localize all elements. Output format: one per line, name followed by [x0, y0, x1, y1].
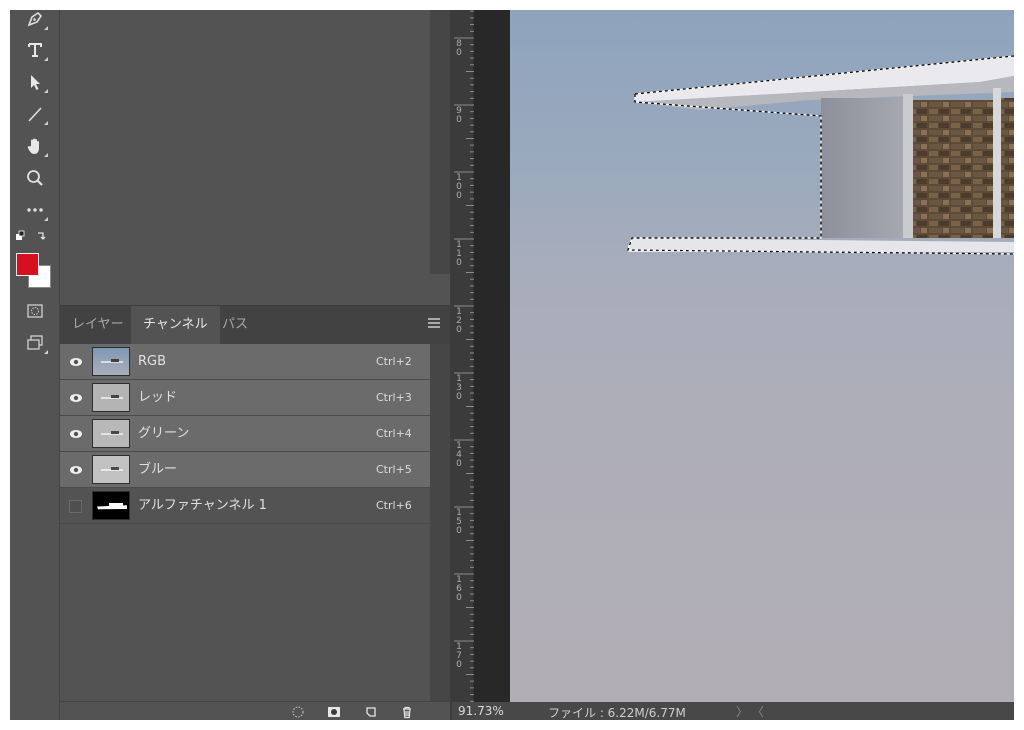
- channel-shortcut: Ctrl+6: [376, 499, 412, 512]
- ruler-label: 1 0 0: [456, 173, 462, 201]
- trash-icon[interactable]: [400, 705, 414, 719]
- type-icon[interactable]: [22, 37, 48, 63]
- channel-thumbnail: [92, 491, 130, 520]
- upper-panel-scrollbar[interactable]: [430, 10, 450, 274]
- tab-layers[interactable]: レイヤー: [60, 306, 136, 344]
- channel-name: RGB: [138, 354, 167, 369]
- channel-shortcut: Ctrl+2: [376, 355, 412, 368]
- channel-row-red[interactable]: レッド Ctrl+3: [60, 380, 430, 416]
- new-channel-icon[interactable]: [364, 705, 378, 719]
- ruler-label: 1 1 0: [456, 240, 462, 268]
- ruler-label: 8 0: [456, 39, 462, 58]
- more-tools-icon[interactable]: [22, 197, 48, 223]
- vertical-ruler: 8 0 9 0 1 0 0 1 1 0 1 2 0 1 3 0 1 4 0 1 5 0 1 6 …: [452, 10, 474, 702]
- foreground-color-swatch[interactable]: [16, 253, 39, 276]
- screen-mode-icon[interactable]: [22, 330, 48, 356]
- channel-thumbnail: [92, 347, 130, 376]
- channel-name: レッド: [138, 390, 178, 405]
- path-selection-icon[interactable]: [22, 69, 48, 95]
- line-icon[interactable]: [22, 101, 48, 127]
- channel-shortcut: Ctrl+4: [376, 427, 412, 440]
- channel-row-rgb[interactable]: RGB Ctrl+2: [60, 344, 430, 380]
- default-colors-icon[interactable]: [12, 227, 52, 247]
- channels-panel-scrollbar[interactable]: [430, 344, 450, 701]
- channel-shortcut: Ctrl+3: [376, 391, 412, 404]
- ruler-label: 1 2 0: [456, 307, 462, 335]
- channel-name: ブルー: [138, 462, 178, 477]
- channel-row-alpha-1[interactable]: アルファチャンネル 1 Ctrl+6: [60, 488, 430, 524]
- load-selection-icon[interactable]: [291, 705, 305, 719]
- status-arrows[interactable]: 〉 〈: [736, 703, 764, 720]
- tab-channels[interactable]: チャンネル: [131, 306, 220, 344]
- eye-icon[interactable]: [69, 355, 83, 369]
- eye-icon[interactable]: [69, 391, 83, 405]
- channel-thumbnail: [92, 383, 130, 412]
- pen-icon[interactable]: [22, 10, 48, 32]
- channel-shortcut: Ctrl+5: [376, 463, 412, 476]
- ruler-label: 1 3 0: [456, 374, 462, 402]
- tab-paths[interactable]: パス: [210, 306, 260, 344]
- status-bar: 91.73% ファイル : 6.22M/6.77M 〉 〈: [452, 702, 1014, 720]
- ruler-label: 1 7 0: [456, 642, 462, 670]
- tool-bar: [10, 10, 60, 720]
- visibility-toggle[interactable]: [69, 500, 82, 513]
- panel-tab-bar: レイヤー チャンネル パス: [60, 306, 450, 344]
- document-canvas[interactable]: [510, 10, 1014, 702]
- quick-mask-icon[interactable]: [22, 298, 48, 324]
- photoshop-window: レイヤー チャンネル パス RGB Ctrl+2 レッド Ctrl+3 グリーン…: [10, 10, 1014, 720]
- channel-list: RGB Ctrl+2 レッド Ctrl+3 グリーン Ctrl+4 ブルー Ct…: [60, 344, 430, 524]
- save-selection-as-channel-icon[interactable]: [327, 705, 341, 719]
- file-size-info[interactable]: ファイル : 6.22M/6.77M: [548, 704, 686, 720]
- channel-name: グリーン: [138, 426, 190, 441]
- eye-icon[interactable]: [69, 427, 83, 441]
- ruler-label: 1 4 0: [456, 441, 462, 469]
- channels-panel: レイヤー チャンネル パス RGB Ctrl+2 レッド Ctrl+3 グリーン…: [60, 305, 450, 720]
- channel-row-blue[interactable]: ブルー Ctrl+5: [60, 452, 430, 488]
- ruler-label: 1 5 0: [456, 508, 462, 536]
- zoom-icon[interactable]: [22, 165, 48, 191]
- channel-name: アルファチャンネル 1: [138, 498, 267, 513]
- upper-panel: [60, 10, 430, 305]
- channel-thumbnail: [92, 455, 130, 484]
- channel-row-green[interactable]: グリーン Ctrl+4: [60, 416, 430, 452]
- zoom-level[interactable]: 91.73%: [458, 704, 504, 718]
- hand-icon[interactable]: [22, 133, 48, 159]
- building-image: [627, 55, 1014, 255]
- channels-panel-footer: [60, 701, 450, 720]
- channel-thumbnail: [92, 419, 130, 448]
- ruler-label: 1 6 0: [456, 575, 462, 603]
- panel-menu-icon[interactable]: [428, 318, 440, 330]
- eye-icon[interactable]: [69, 463, 83, 477]
- ruler-label: 9 0: [456, 106, 462, 125]
